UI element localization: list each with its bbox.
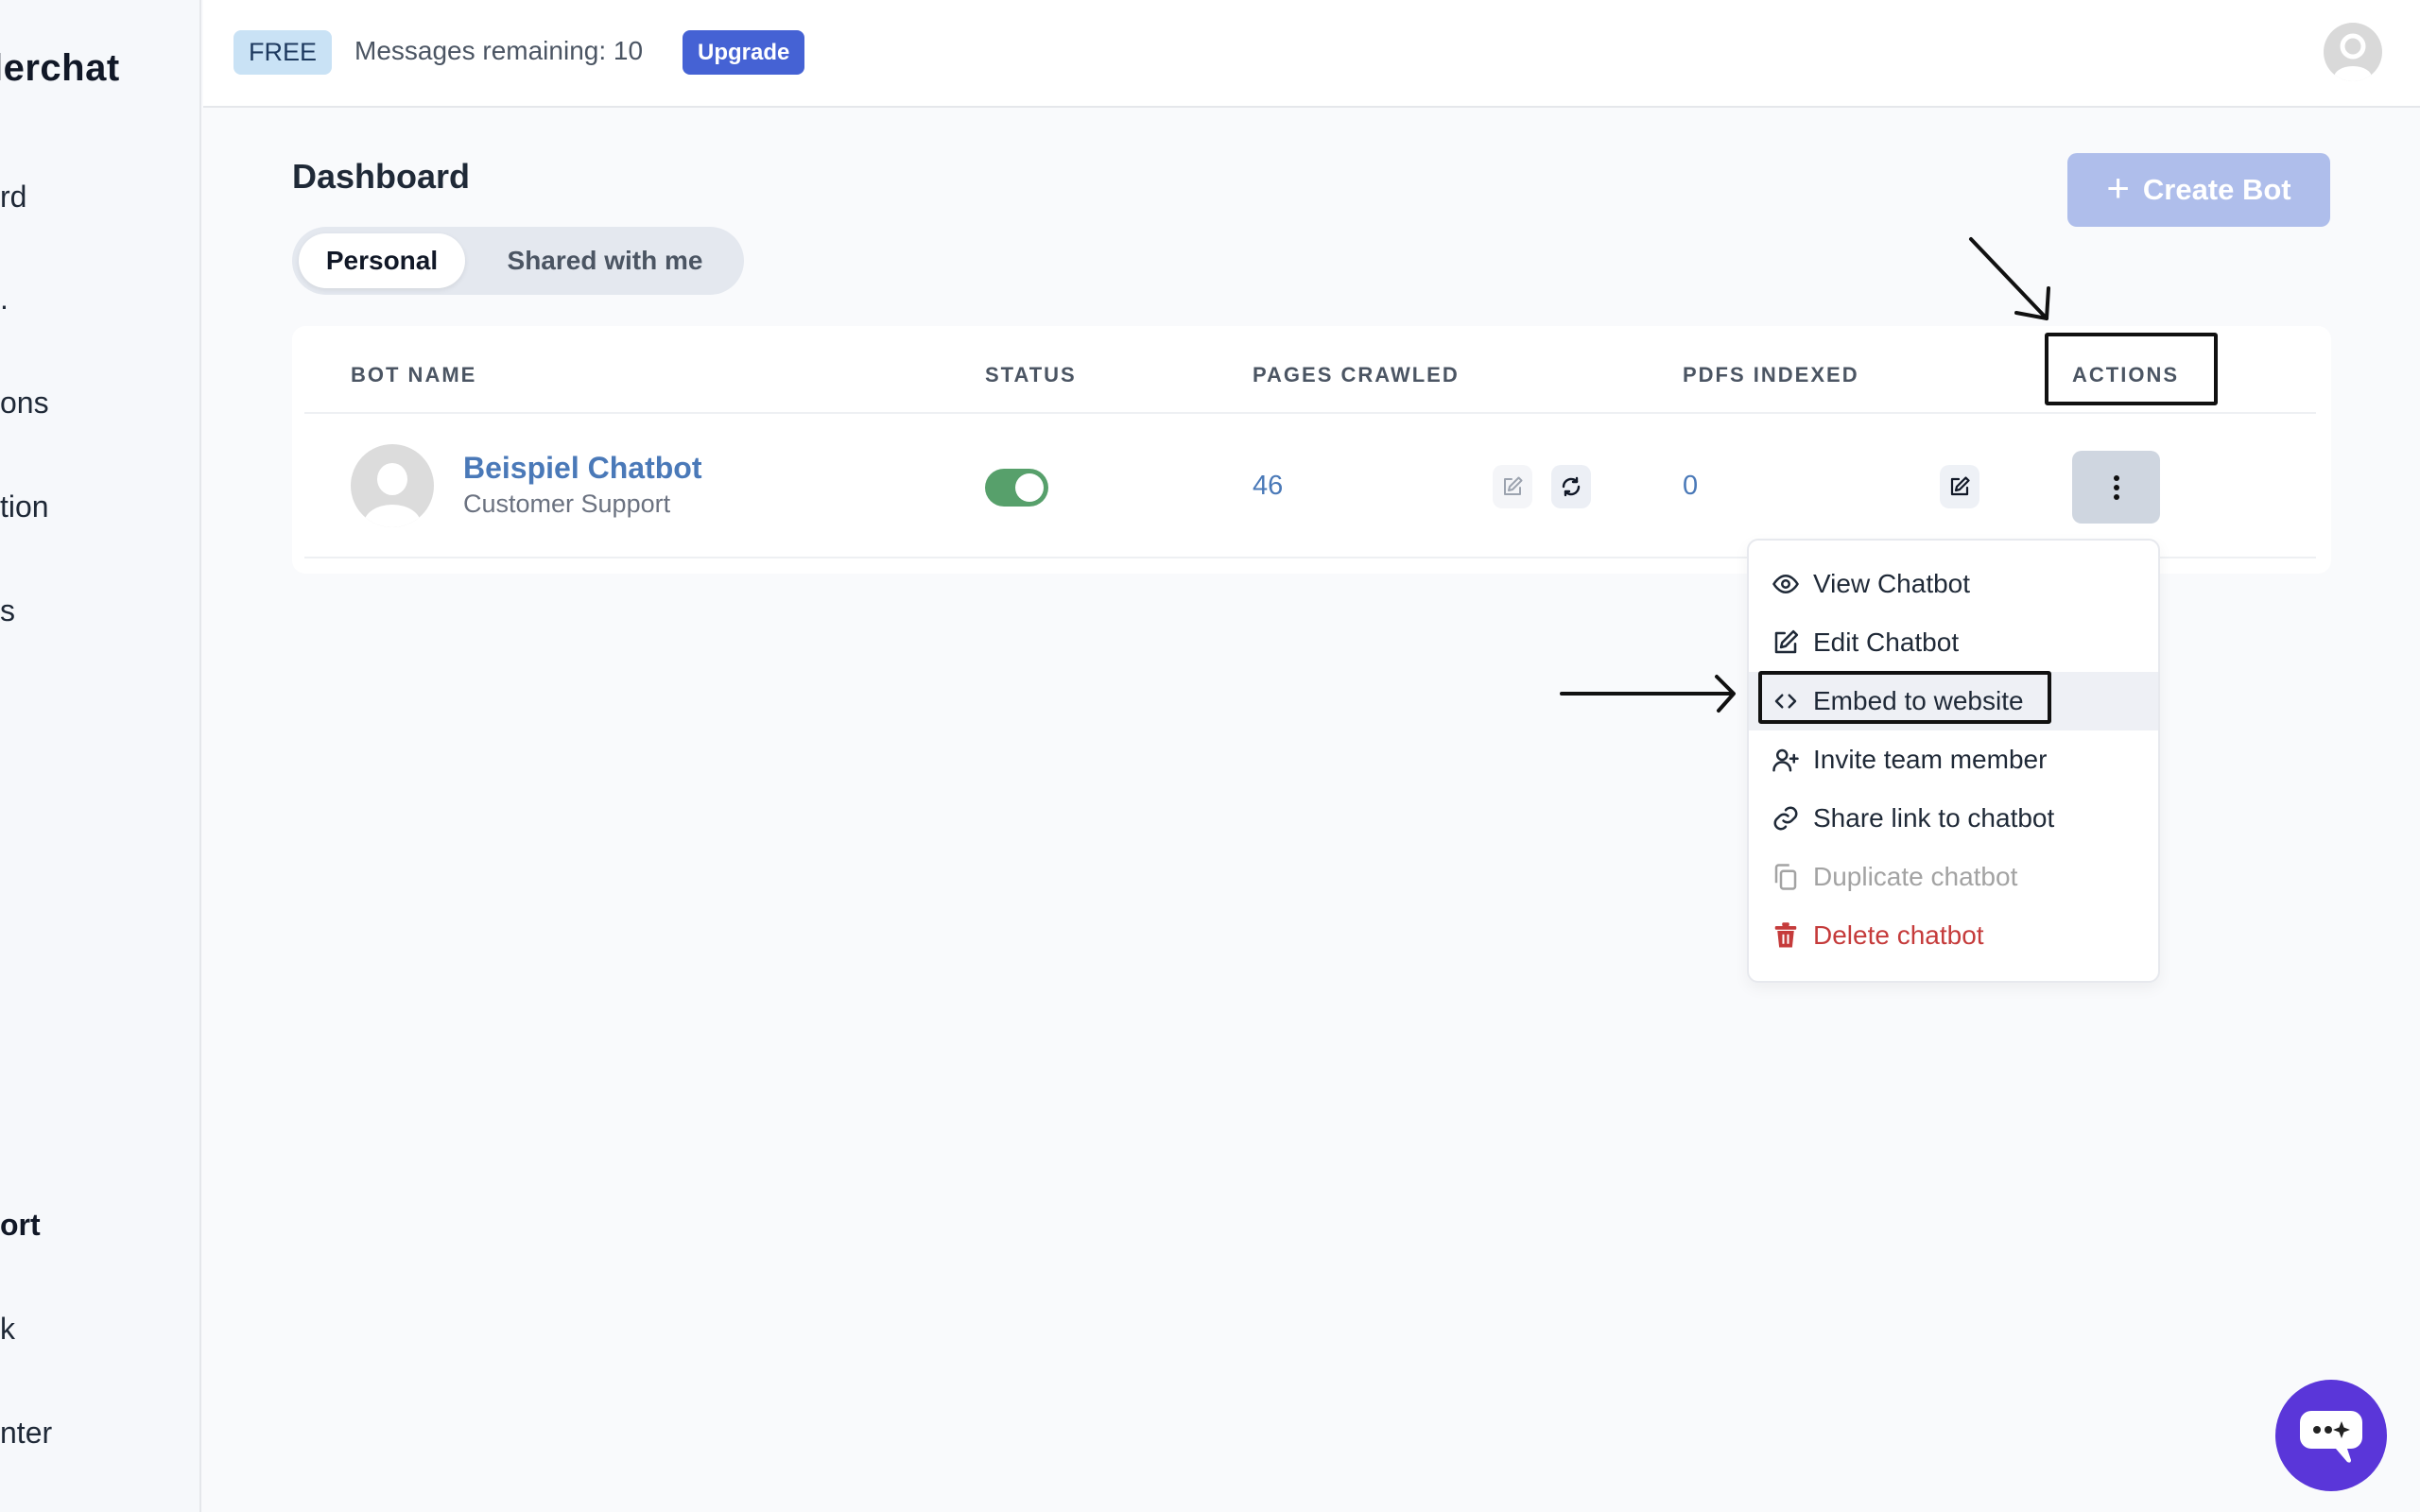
plan-badge: FREE — [233, 30, 333, 75]
pages-crawled-value[interactable]: 46 — [1253, 471, 1283, 502]
header-divider — [304, 412, 2316, 414]
recrawl-button[interactable] — [1551, 465, 1591, 508]
toggle-knob — [1015, 473, 1044, 502]
menu-item-duplicate-chatbot: Duplicate chatbot — [1749, 848, 2158, 906]
menu-item-label: Edit Chatbot — [1813, 627, 1960, 657]
sidebar: lerchat rd . ons tion s ort k nter — [0, 0, 201, 1512]
annotation-highlight-actions — [2045, 333, 2218, 405]
bot-category: Customer Support — [463, 490, 671, 518]
bot-avatar-icon — [351, 444, 434, 527]
menu-item-label: Delete chatbot — [1813, 920, 1984, 950]
sidebar-item-2[interactable]: . — [0, 282, 9, 317]
tab-personal[interactable]: Personal — [299, 233, 465, 288]
sidebar-support-item-2[interactable]: nter — [0, 1416, 52, 1451]
bot-name-link[interactable]: Beispiel Chatbot — [463, 451, 701, 486]
trash-icon — [1774, 922, 1797, 948]
sidebar-item-5[interactable]: s — [0, 593, 15, 628]
tab-shared-with-me[interactable]: Shared with me — [477, 233, 733, 288]
sidebar-item-4[interactable]: tion — [0, 490, 49, 524]
upgrade-button[interactable]: Upgrade — [683, 30, 805, 75]
column-header-pages-crawled: PAGES CRAWLED — [1253, 363, 1460, 387]
actions-dropdown-menu: View Chatbot Edit Chatbot Embed to websi… — [1747, 539, 2160, 983]
menu-item-label: Duplicate chatbot — [1813, 862, 2018, 891]
refresh-icon — [1562, 476, 1581, 497]
status-toggle[interactable] — [985, 469, 1048, 507]
create-bot-label: Create Bot — [2142, 173, 2291, 206]
menu-item-delete-chatbot[interactable]: Delete chatbot — [1749, 906, 2158, 965]
user-plus-icon — [1772, 748, 1799, 772]
edit-icon — [1950, 476, 1970, 496]
copy-icon — [1774, 864, 1797, 890]
menu-item-view-chatbot[interactable]: View Chatbot — [1749, 555, 2158, 613]
brand-logo-text: lerchat — [0, 47, 120, 89]
column-header-status: STATUS — [985, 363, 1077, 387]
menu-item-label: Share link to chatbot — [1813, 803, 2055, 833]
link-icon — [1773, 806, 1798, 831]
eye-icon — [1772, 574, 1799, 594]
column-header-bot-name: BOT NAME — [351, 363, 477, 387]
annotation-arrow-down-right-icon — [1969, 237, 2050, 320]
tab-switcher: Personal Shared with me — [292, 227, 744, 295]
edit-icon — [1774, 629, 1799, 654]
sidebar-support-heading: ort — [0, 1208, 41, 1242]
plus-icon: + — [2106, 165, 2130, 210]
more-vertical-icon — [2113, 474, 2119, 500]
annotation-highlight-embed — [1758, 671, 2051, 724]
menu-item-invite-team-member[interactable]: Invite team member — [1749, 730, 2158, 789]
menu-item-share-link[interactable]: Share link to chatbot — [1749, 789, 2158, 848]
column-header-pdfs-indexed: PDFS INDEXED — [1683, 363, 1859, 387]
edit-pages-button[interactable] — [1493, 465, 1532, 508]
menu-item-label: Invite team member — [1813, 745, 2048, 774]
chat-bubble-icon — [2300, 1411, 2362, 1463]
page-title: Dashboard — [292, 157, 471, 196]
annotation-arrow-right-icon — [1560, 675, 1736, 713]
user-avatar-icon[interactable] — [2324, 23, 2382, 81]
sidebar-support-item-1[interactable]: k — [0, 1312, 15, 1347]
create-bot-button[interactable]: + Create Bot — [2067, 153, 2330, 227]
pdfs-indexed-value[interactable]: 0 — [1683, 471, 1698, 502]
topbar: FREE Messages remaining: 10 Upgrade — [203, 0, 2420, 108]
messages-remaining: Messages remaining: 10 — [354, 36, 644, 65]
chat-widget-button[interactable] — [2275, 1380, 2387, 1491]
edit-icon — [1504, 476, 1523, 495]
edit-pdfs-button[interactable] — [1940, 465, 1979, 508]
menu-item-edit-chatbot[interactable]: Edit Chatbot — [1749, 613, 2158, 672]
sidebar-item-3[interactable]: ons — [0, 386, 49, 421]
row-actions-button[interactable] — [2072, 451, 2160, 524]
menu-item-label: View Chatbot — [1813, 569, 1971, 598]
sidebar-item-dashboard[interactable]: rd — [0, 180, 26, 215]
